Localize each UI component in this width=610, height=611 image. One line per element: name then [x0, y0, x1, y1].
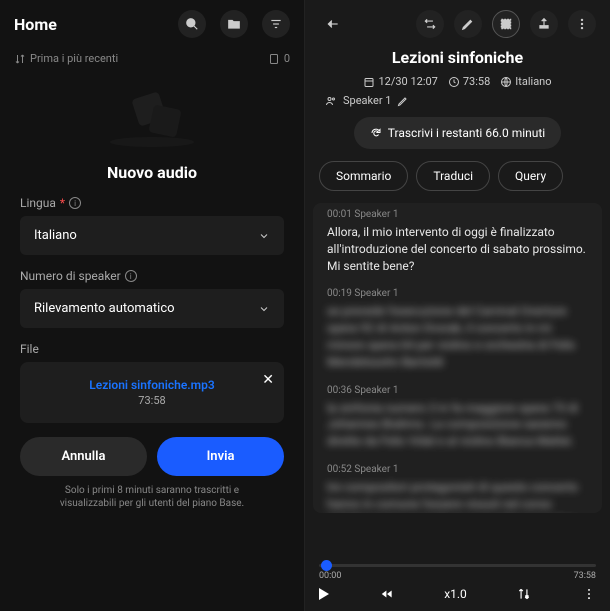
file-name: Lezioni sinfoniche.mp3 [34, 378, 270, 392]
lock-icon[interactable] [517, 587, 531, 601]
speakers-select[interactable]: Rilevamento automatico [20, 289, 284, 328]
cancel-button[interactable]: Annulla [20, 437, 147, 476]
transcript-segment[interactable]: 00:19 Speaker 1 se prevede l'esecuzione d… [327, 288, 588, 370]
segment-header: 00:52 Speaker 1 [327, 464, 588, 475]
speakers-label: Numero di speaker i [20, 269, 284, 283]
transcript-list[interactable]: 00:01 Speaker 1 Allora, il mio intervento… [313, 203, 602, 513]
segment-header: 00:36 Speaker 1 [327, 385, 588, 396]
clock-icon: 73:58 [448, 75, 490, 88]
home-panel: Home Prima i più recenti 0 Nuovo audio L… [0, 0, 305, 611]
segment-header: 00:19 Speaker 1 [327, 288, 588, 299]
empty-illustration [0, 75, 304, 151]
folder-icon[interactable] [220, 10, 248, 38]
tab-translate[interactable]: Traduci [416, 161, 490, 191]
transcript-segment[interactable]: 00:01 Speaker 1 Allora, il mio intervento… [327, 209, 588, 274]
page-title: Home [14, 15, 57, 34]
progress-track[interactable] [319, 564, 596, 567]
segment-text: la sinfonia numero 3 in fa maggiore oper… [327, 400, 588, 450]
recording-meta: 12/30 12:07 73:58 Italiano [305, 75, 610, 94]
transcribe-rest-button[interactable]: Trascrivi i restanti 66.0 minuti [354, 117, 561, 149]
speaker-row[interactable]: Speaker 1 [305, 94, 610, 117]
recording-title: Lezioni sinfoniche [305, 48, 610, 75]
tab-query[interactable]: Query [498, 161, 563, 191]
progress-thumb[interactable] [321, 560, 332, 571]
back-button[interactable] [319, 10, 347, 38]
language-label: Lingua*i [20, 196, 284, 210]
sort-button[interactable]: Prima i più recenti [14, 52, 118, 65]
info-icon[interactable]: i [69, 197, 81, 209]
segment-text: se prevede l'esecuzione del Carnival Ove… [327, 303, 588, 370]
form-title: Nuovo audio [20, 163, 284, 182]
new-audio-form: Nuovo audio Lingua*i Italiano Numero di … [8, 151, 296, 522]
doc-count: 0 [268, 52, 290, 65]
submit-button[interactable]: Invia [157, 437, 284, 476]
transcript-segment[interactable]: 00:52 Speaker 1 tre compositori protagoni… [327, 464, 588, 513]
disclaimer-text: Solo i primi 8 minuti saranno trascritti… [20, 476, 284, 510]
audio-player: 00:00 73:58 x1.0 [305, 556, 610, 611]
tab-row: Sommario Traduci Query [305, 161, 610, 203]
more-icon[interactable] [582, 587, 596, 601]
file-preview: ✕ Lezioni sinfoniche.mp3 73:58 [20, 362, 284, 423]
file-duration: 73:58 [34, 394, 270, 407]
segment-text: Allora, il mio intervento di oggi è fina… [327, 224, 588, 274]
time-current: 00:00 [319, 571, 341, 581]
transcript-segment[interactable]: 00:36 Speaker 1 la sinfonia numero 3 in f… [327, 385, 588, 450]
time-total: 73:58 [574, 571, 596, 581]
chevron-down-icon [258, 303, 270, 315]
filter-icon[interactable] [262, 10, 290, 38]
segment-header: 00:01 Speaker 1 [327, 209, 588, 220]
more-icon[interactable] [568, 10, 596, 38]
search-icon[interactable] [178, 10, 206, 38]
chevron-down-icon [258, 230, 270, 242]
swap-icon[interactable] [416, 10, 444, 38]
select-icon[interactable] [492, 10, 520, 38]
speed-button[interactable]: x1.0 [444, 587, 467, 601]
play-button[interactable] [319, 588, 329, 600]
rewind-button[interactable] [380, 587, 394, 601]
share-icon[interactable] [530, 10, 558, 38]
file-label: File [20, 342, 284, 356]
calendar-icon: 12/30 12:07 [363, 75, 437, 88]
edit-icon[interactable] [454, 10, 482, 38]
segment-text: tre compositori protagonisti di questo c… [327, 479, 588, 513]
globe-icon: Italiano [500, 75, 551, 88]
detail-panel: Lezioni sinfoniche 12/30 12:07 73:58 Ita… [305, 0, 610, 611]
close-icon[interactable]: ✕ [262, 372, 274, 388]
edit-icon [397, 95, 409, 107]
language-select[interactable]: Italiano [20, 216, 284, 255]
info-icon[interactable]: i [125, 270, 137, 282]
tab-summary[interactable]: Sommario [319, 161, 408, 191]
